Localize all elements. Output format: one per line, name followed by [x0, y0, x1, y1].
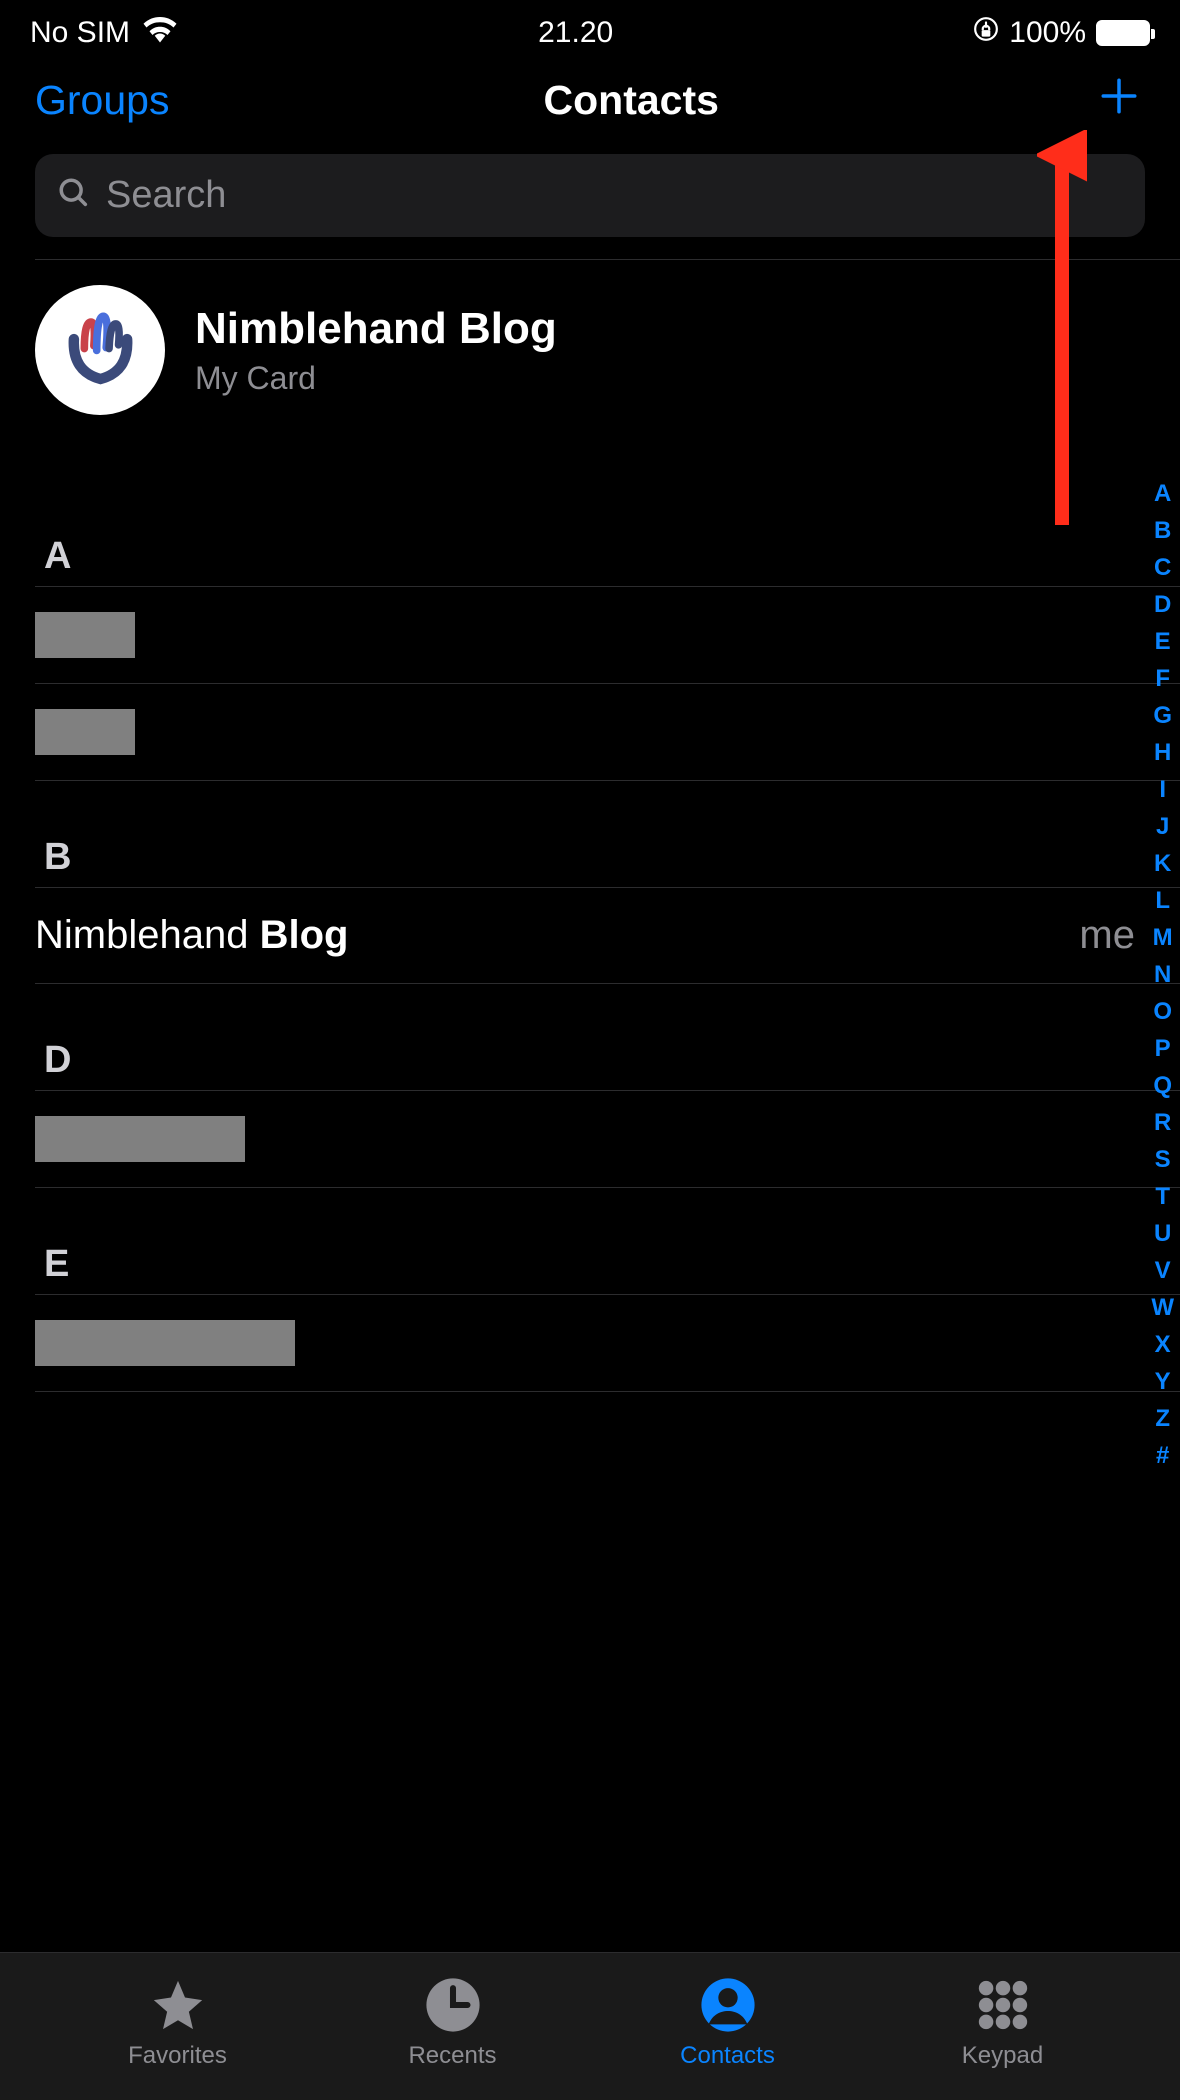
index-letter[interactable]: M: [1153, 924, 1173, 952]
me-badge: me: [1079, 913, 1145, 958]
index-letter[interactable]: H: [1154, 739, 1171, 767]
status-right: 100%: [973, 16, 1150, 50]
contact-name: Nimblehand Blog: [35, 913, 348, 958]
page-title: Contacts: [544, 77, 719, 124]
index-letter[interactable]: G: [1153, 702, 1172, 730]
index-letter[interactable]: Z: [1155, 1405, 1170, 1433]
status-time: 21.20: [538, 16, 613, 50]
my-card-text: Nimblehand Blog My Card: [195, 304, 557, 397]
index-letter[interactable]: B: [1154, 517, 1171, 545]
annotation-arrow: [1037, 130, 1087, 535]
tab-contacts[interactable]: Contacts: [590, 1976, 865, 2070]
tab-favorites[interactable]: Favorites: [40, 1976, 315, 2070]
tab-label: Keypad: [962, 2042, 1043, 2070]
tab-keypad[interactable]: Keypad: [865, 1976, 1140, 2070]
tab-recents[interactable]: Recents: [315, 1976, 590, 2070]
wifi-icon: [142, 15, 178, 51]
index-strip[interactable]: ABCDEFGHIJKLMNOPQRSTUVWXYZ #: [1151, 480, 1174, 1470]
redacted-name: [35, 709, 135, 755]
contact-row[interactable]: Nimblehand Blog me: [0, 888, 1180, 983]
tab-label: Contacts: [680, 2042, 775, 2070]
contact-row[interactable]: [0, 1091, 1180, 1187]
status-left: No SIM: [30, 15, 178, 51]
divider: [35, 1391, 1180, 1392]
nav-bar: Groups Contacts: [0, 61, 1180, 154]
person-icon: [699, 1976, 757, 2034]
redacted-name: [35, 1116, 245, 1162]
index-letter[interactable]: X: [1155, 1331, 1171, 1359]
star-icon: [149, 1976, 207, 2034]
orientation-lock-icon: [973, 16, 999, 50]
index-letter[interactable]: P: [1155, 1035, 1171, 1063]
redacted-name: [35, 612, 135, 658]
tab-label: Recents: [408, 2042, 496, 2070]
section-header: E: [0, 1188, 1180, 1294]
index-letter[interactable]: R: [1154, 1109, 1171, 1137]
index-letter[interactable]: T: [1155, 1183, 1170, 1211]
section-header: D: [0, 984, 1180, 1090]
redacted-name: [35, 1320, 295, 1366]
index-letter[interactable]: W: [1151, 1294, 1174, 1322]
index-letter[interactable]: O: [1153, 998, 1172, 1026]
index-letter[interactable]: F: [1155, 665, 1170, 693]
index-letter[interactable]: N: [1154, 961, 1171, 989]
my-card-name: Nimblehand Blog: [195, 304, 557, 354]
keypad-icon: [974, 1976, 1032, 2034]
index-letter[interactable]: D: [1154, 591, 1171, 619]
my-card-row[interactable]: Nimblehand Blog My Card: [0, 260, 1180, 445]
index-letter[interactable]: Q: [1153, 1072, 1172, 1100]
index-letter[interactable]: J: [1156, 813, 1169, 841]
my-card-sub: My Card: [195, 360, 557, 397]
index-letter[interactable]: A: [1154, 480, 1171, 508]
add-contact-button[interactable]: [1093, 71, 1145, 129]
contact-row[interactable]: [0, 684, 1180, 780]
carrier-text: No SIM: [30, 16, 130, 50]
avatar: [35, 285, 165, 415]
index-letter[interactable]: C: [1154, 554, 1171, 582]
index-letter[interactable]: V: [1155, 1257, 1171, 1285]
groups-button[interactable]: Groups: [35, 77, 169, 124]
index-letter[interactable]: S: [1155, 1146, 1171, 1174]
section-header: A: [0, 445, 1180, 586]
search-icon: [57, 176, 91, 215]
contact-row[interactable]: [0, 587, 1180, 683]
index-letter[interactable]: I: [1159, 776, 1166, 804]
battery-percent: 100%: [1009, 16, 1086, 50]
index-letter[interactable]: E: [1155, 628, 1171, 656]
index-letter[interactable]: L: [1155, 887, 1170, 915]
battery-icon: [1096, 20, 1150, 46]
search-placeholder: Search: [106, 174, 226, 217]
index-letter[interactable]: U: [1154, 1220, 1171, 1248]
index-letter[interactable]: #: [1156, 1442, 1169, 1470]
section-header: B: [0, 781, 1180, 887]
contact-row[interactable]: [0, 1295, 1180, 1391]
index-letter[interactable]: Y: [1155, 1368, 1171, 1396]
tab-bar: Favorites Recents Contacts Keypad: [0, 1952, 1180, 2100]
tab-label: Favorites: [128, 2042, 227, 2070]
search-input[interactable]: Search: [35, 154, 1145, 237]
index-letter[interactable]: K: [1154, 850, 1171, 878]
status-bar: No SIM 21.20 100%: [0, 0, 1180, 61]
clock-icon: [424, 1976, 482, 2034]
